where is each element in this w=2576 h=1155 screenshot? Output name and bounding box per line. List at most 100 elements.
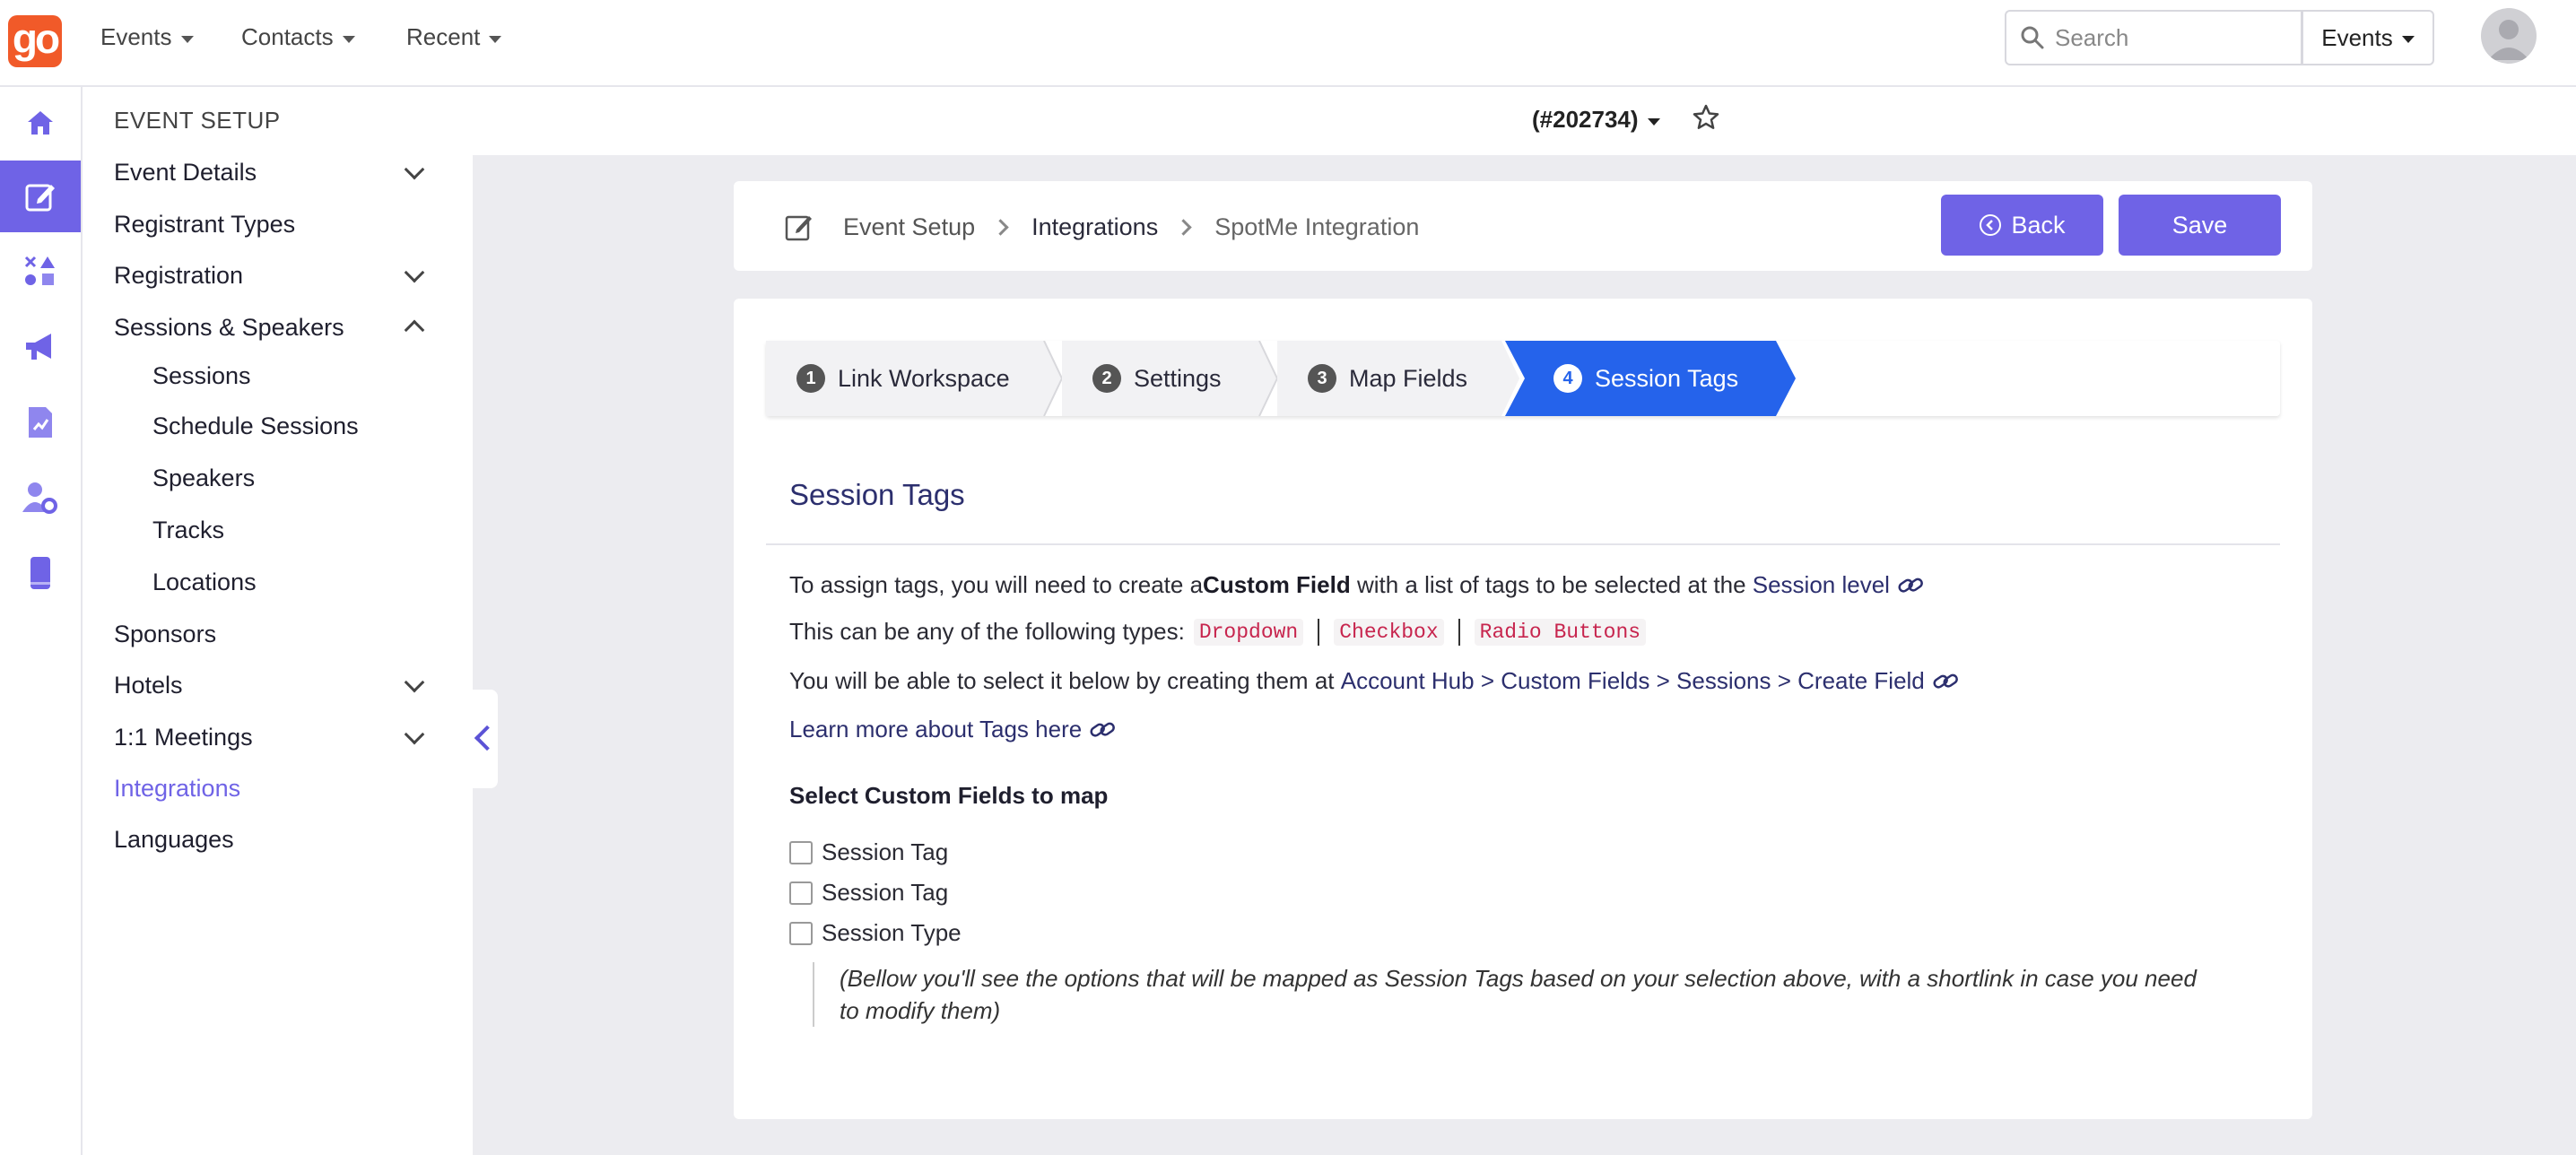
caret-down-icon — [2401, 36, 2415, 43]
chevron-down-icon[interactable] — [404, 724, 425, 745]
search-icon — [2021, 26, 2044, 49]
recent-menu[interactable]: Recent — [406, 23, 502, 51]
breadcrumb-event-setup[interactable]: Event Setup — [843, 213, 975, 241]
back-arrow-icon — [1980, 214, 2002, 236]
text-segment: To assign tags, you will need to create … — [789, 571, 1204, 598]
event-setup-sidebar: EVENT SETUP Event Details Registrant Typ… — [83, 87, 473, 1155]
chevron-left-icon — [474, 725, 500, 751]
session-tag-checkbox[interactable] — [789, 840, 813, 864]
caret-down-icon — [489, 35, 502, 43]
chevron-down-icon[interactable] — [404, 262, 425, 283]
chevron-right-icon — [1175, 218, 1192, 236]
search-box — [2005, 10, 2302, 65]
sidebar-title: EVENT SETUP — [114, 107, 281, 134]
session-tag-checkbox[interactable] — [789, 881, 813, 905]
field-option[interactable]: Session Tag — [789, 879, 948, 907]
custom-field-path-link[interactable]: Account Hub > Custom Fields > Sessions >… — [1341, 667, 1925, 695]
field-option[interactable]: Session Tag — [789, 838, 948, 866]
star-icon[interactable] — [1692, 103, 1720, 132]
step-link-workspace[interactable]: 1 Link Workspace — [796, 341, 1010, 416]
edit-icon — [785, 215, 812, 241]
link-icon[interactable] — [1897, 574, 1924, 597]
collapse-sidebar-button[interactable] — [473, 690, 500, 788]
link-icon[interactable] — [1932, 670, 1959, 693]
sidebar-item-speakers[interactable]: Speakers — [152, 465, 255, 492]
sidebar-item-sessions[interactable]: Sessions — [152, 362, 251, 390]
megaphone-icon — [26, 334, 51, 360]
sidebar-item-hotels[interactable]: Hotels — [114, 672, 183, 699]
user-icon — [2488, 20, 2529, 60]
rail-mobile-app[interactable] — [0, 537, 81, 609]
avatar[interactable] — [2481, 8, 2537, 64]
step-number: 3 — [1308, 364, 1336, 393]
type-dropdown-code: Dropdown — [1193, 618, 1304, 646]
top-navbar: go Events Contacts Recent Events — [0, 0, 2576, 87]
step-label: Map Fields — [1349, 364, 1468, 392]
sidebar-item-locations[interactable]: Locations — [152, 569, 257, 596]
recent-menu-label: Recent — [406, 23, 481, 50]
session-level-link[interactable]: Session level — [1753, 571, 1890, 599]
sidebar-item-languages[interactable]: Languages — [114, 826, 234, 854]
sidebar-item-integrations[interactable]: Integrations — [114, 775, 240, 803]
field-option[interactable]: Session Type — [789, 919, 962, 947]
link-icon[interactable] — [1089, 718, 1116, 742]
shapes-icon — [24, 256, 55, 285]
sidebar-item-meetings[interactable]: 1:1 Meetings — [114, 724, 253, 751]
session-type-checkbox[interactable] — [789, 921, 813, 945]
step-map-fields[interactable]: 3 Map Fields — [1308, 341, 1467, 416]
learn-tags-link[interactable]: Learn more about Tags here — [789, 716, 1082, 743]
step-label: Session Tags — [1595, 364, 1739, 392]
breadcrumb-spotme-integration: SpotMe Integration — [1214, 213, 1420, 240]
back-button[interactable]: Back — [1941, 195, 2103, 256]
events-menu-label: Events — [100, 23, 172, 50]
rail-home[interactable] — [0, 87, 81, 159]
breadcrumb: Event Setup Integrations SpotMe Integrat… — [784, 212, 1419, 242]
chevron-up-icon[interactable] — [404, 319, 425, 341]
field-option-label: Session Type — [822, 919, 962, 946]
sidebar-item-event-details[interactable]: Event Details — [114, 159, 257, 187]
sidebar-item-sponsors[interactable]: Sponsors — [114, 621, 216, 648]
search-input[interactable] — [2053, 21, 2286, 55]
user-settings-icon — [22, 482, 57, 514]
sidebar-item-registration[interactable]: Registration — [114, 262, 243, 290]
chevron-down-icon[interactable] — [404, 672, 425, 693]
text-segment: You will be able to select it below by c… — [789, 667, 1341, 694]
caret-down-icon — [342, 35, 355, 43]
separator — [1318, 618, 1320, 646]
rail-user-settings[interactable] — [0, 462, 81, 534]
chevron-right-icon — [992, 218, 1009, 236]
events-menu[interactable]: Events — [100, 23, 194, 51]
step-number: 2 — [1092, 364, 1121, 393]
mapping-note: (Bellow you'll see the options that will… — [813, 962, 2212, 1027]
save-button[interactable]: Save — [2119, 195, 2281, 256]
event-selector[interactable]: (#202734) — [1532, 106, 1660, 134]
text-segment: with a list of tags to be selected at th… — [1350, 571, 1753, 598]
step-session-tags[interactable]: 4 Session Tags — [1553, 341, 1738, 416]
sidebar-item-registrant-types[interactable]: Registrant Types — [114, 211, 295, 239]
step-settings[interactable]: 2 Settings — [1092, 341, 1222, 416]
rail-reports[interactable] — [0, 386, 81, 458]
search-scope-dropdown[interactable]: Events — [2302, 10, 2434, 65]
section-title: Session Tags — [789, 478, 965, 511]
separator — [1458, 618, 1460, 646]
caret-down-icon — [1647, 117, 1660, 126]
rail-marketing[interactable] — [0, 311, 81, 383]
contacts-menu-label: Contacts — [241, 23, 334, 50]
chevron-down-icon[interactable] — [404, 159, 425, 180]
main-header — [473, 87, 2576, 155]
sidebar-item-schedule-sessions[interactable]: Schedule Sessions — [152, 412, 359, 440]
breadcrumb-integrations[interactable]: Integrations — [1031, 213, 1158, 241]
field-option-label: Session Tag — [822, 879, 949, 906]
instruction-line-3: You will be able to select it below by c… — [789, 667, 1959, 695]
app-logo[interactable]: go — [8, 15, 62, 67]
sidebar-item-tracks[interactable]: Tracks — [152, 517, 224, 544]
sidebar-item-sessions-speakers[interactable]: Sessions & Speakers — [114, 314, 344, 342]
rail-design[interactable] — [0, 236, 81, 308]
rail-event-setup[interactable] — [0, 161, 81, 232]
contacts-menu[interactable]: Contacts — [241, 23, 355, 51]
step-number: 1 — [796, 364, 825, 393]
select-fields-title: Select Custom Fields to map — [789, 782, 1109, 809]
text-segment: This can be any of the following types: — [789, 618, 1185, 645]
event-id-label: (#202734) — [1532, 106, 1639, 133]
type-radio-code: Radio Buttons — [1474, 618, 1647, 646]
